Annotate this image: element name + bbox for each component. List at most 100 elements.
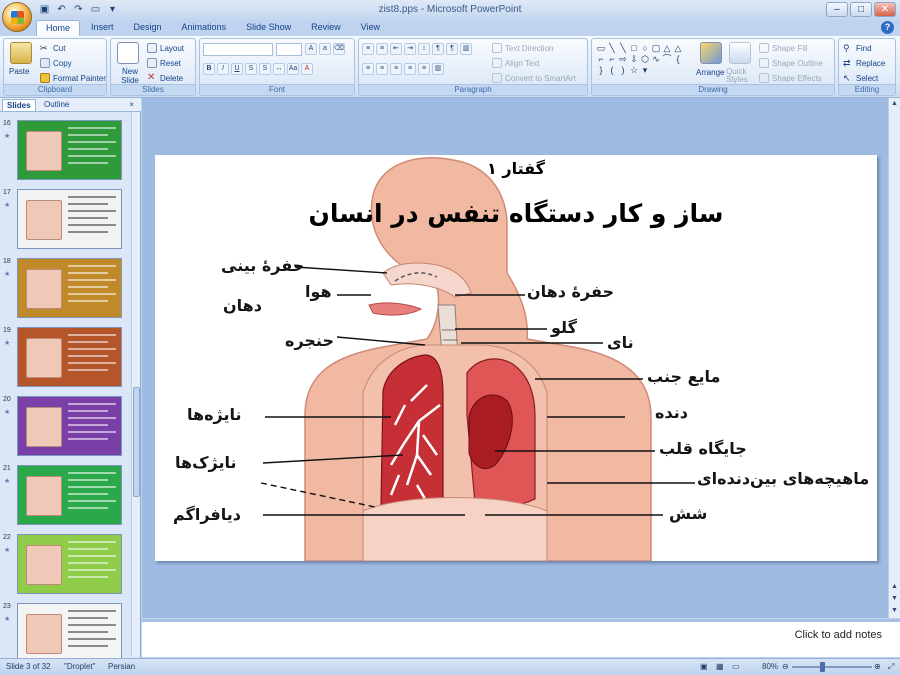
bold-icon[interactable]: B <box>203 63 215 75</box>
slide-thumbnail[interactable] <box>17 327 122 387</box>
paste-button[interactable]: Paste <box>9 67 29 76</box>
align-left-icon[interactable]: ≡ <box>362 63 374 75</box>
minimize-button[interactable]: – <box>826 2 848 17</box>
panel-scroll-thumb[interactable] <box>133 387 140 497</box>
bracket-shape-icon[interactable]: { <box>673 54 683 64</box>
elbow-shape-icon[interactable]: ⌐ <box>596 54 606 64</box>
grow-font-icon[interactable]: A <box>305 43 317 55</box>
close-button[interactable]: ✕ <box>874 2 896 17</box>
tab-insert[interactable]: Insert <box>82 20 123 36</box>
triangle-shape-icon[interactable]: △ <box>662 43 672 53</box>
tab-animations[interactable]: Animations <box>173 20 236 36</box>
convert-smartart-button[interactable]: Convert to SmartArt <box>492 73 576 83</box>
columns2-icon[interactable]: ▥ <box>432 63 444 75</box>
sorter-view-icon[interactable]: ▦ <box>716 662 724 671</box>
normal-view-icon[interactable]: ▣ <box>700 662 708 671</box>
justify-icon[interactable]: ≡ <box>404 63 416 75</box>
numbering-icon[interactable]: ≡ <box>376 43 388 55</box>
more-shapes-icon[interactable]: ▾ <box>640 65 650 75</box>
tab-outline[interactable]: Outline <box>40 99 73 110</box>
text-direction-button[interactable]: Text Direction <box>492 43 553 53</box>
notes-pane[interactable]: Click to add notes <box>142 619 900 657</box>
zoom-in-icon[interactable]: ⊕ <box>874 662 881 671</box>
scroll-down-icon[interactable]: ▼ <box>890 607 899 614</box>
slide-thumbnail[interactable] <box>17 258 122 318</box>
decrease-indent-icon[interactable]: ⇤ <box>390 43 402 55</box>
shape-fill-button[interactable]: Shape Fill <box>759 43 808 53</box>
paren-shape-icon[interactable]: ( <box>607 65 617 75</box>
hexagon-shape-icon[interactable]: ⬡ <box>640 54 650 64</box>
slideshow-view-icon[interactable]: ▭ <box>732 662 740 671</box>
zoom-slider-knob[interactable] <box>820 662 825 672</box>
paren2-shape-icon[interactable]: ) <box>618 65 628 75</box>
arrow2-shape-icon[interactable]: ⇩ <box>629 54 639 64</box>
slide-thumbnail[interactable] <box>17 396 122 456</box>
tab-view[interactable]: View <box>352 20 389 36</box>
line-shape-icon[interactable]: ╲ <box>607 43 617 53</box>
tab-slide-show[interactable]: Slide Show <box>237 20 300 36</box>
align-right-icon[interactable]: ≡ <box>390 63 402 75</box>
elbow2-shape-icon[interactable]: ⌐ <box>607 54 617 64</box>
vertical-scrollbar[interactable]: ▲ ▲ ▼ ▼ <box>888 98 900 618</box>
slide-subtitle[interactable]: گفتار ۱ <box>155 159 877 178</box>
shape-outline-button[interactable]: Shape Outline <box>759 58 823 68</box>
underline-icon[interactable]: U <box>231 63 243 75</box>
office-button[interactable] <box>2 2 32 32</box>
slide-thumbnail[interactable] <box>17 534 122 594</box>
font-family-select[interactable] <box>203 43 273 56</box>
delete-button[interactable]: ✕ Delete <box>147 73 183 83</box>
help-icon[interactable]: ? <box>881 21 894 34</box>
new-slide-button[interactable]: New Slide <box>115 67 145 85</box>
star-shape-icon[interactable]: ☆ <box>629 65 639 75</box>
ltr-icon[interactable]: ¶ <box>446 43 458 55</box>
select-button[interactable]: ↖ Select <box>843 73 878 83</box>
prev-slide-icon[interactable]: ▲ <box>890 583 899 590</box>
tab-slides[interactable]: Slides <box>2 99 36 111</box>
slide-thumbnail[interactable] <box>17 120 122 180</box>
tab-review[interactable]: Review <box>302 20 350 36</box>
quick-styles-button[interactable]: Quick Styles <box>726 68 758 84</box>
layout-button[interactable]: Layout <box>147 43 184 53</box>
rect-shape-icon[interactable]: □ <box>629 43 639 53</box>
bracket2-shape-icon[interactable]: } <box>596 65 606 75</box>
maximize-button[interactable]: □ <box>850 2 872 17</box>
format-painter-button[interactable]: Format Painter <box>40 73 106 83</box>
bullets-icon[interactable]: ≡ <box>362 43 374 55</box>
reset-button[interactable]: Reset <box>147 58 181 68</box>
slide-title[interactable]: ساز و کار دستگاه تنفس در انسان <box>155 199 877 228</box>
align-center-icon[interactable]: ≡ <box>376 63 388 75</box>
arrow-shape-icon[interactable]: ⇨ <box>618 54 628 64</box>
line-spacing-icon[interactable]: ↕ <box>418 43 430 55</box>
distribute-icon[interactable]: ≡ <box>418 63 430 75</box>
tab-design[interactable]: Design <box>125 20 171 36</box>
close-panel-icon[interactable]: × <box>125 99 138 110</box>
textbox-shape-icon[interactable]: ▭ <box>596 43 606 53</box>
find-button[interactable]: ⚲ Find <box>843 43 872 53</box>
tab-home[interactable]: Home <box>36 20 81 36</box>
font-size-select[interactable] <box>276 43 302 56</box>
rounded-shape-icon[interactable]: ▢ <box>651 43 661 53</box>
italic-icon[interactable]: I <box>217 63 229 75</box>
cut-button[interactable]: ✂ Cut <box>40 43 65 53</box>
case-icon[interactable]: Aa <box>287 63 299 75</box>
curve-shape-icon[interactable]: ∿ <box>651 54 661 64</box>
arrange-button[interactable]: Arrange <box>696 68 724 77</box>
tri2-shape-icon[interactable]: △ <box>673 43 683 53</box>
oval-shape-icon[interactable]: ○ <box>640 43 650 53</box>
line2-shape-icon[interactable]: ╲ <box>618 43 628 53</box>
increase-indent-icon[interactable]: ⇥ <box>404 43 416 55</box>
zoom-level[interactable]: 80% <box>762 662 778 671</box>
zoom-out-icon[interactable]: ⊖ <box>782 662 789 671</box>
notes-placeholder[interactable]: Click to add notes <box>795 629 882 641</box>
scroll-up-icon[interactable]: ▲ <box>890 100 899 107</box>
spacing-icon[interactable]: ↔ <box>273 63 285 75</box>
slide-thumbnail[interactable] <box>17 189 122 249</box>
shape-effects-button[interactable]: Shape Effects <box>759 73 822 83</box>
rtl-icon[interactable]: ¶ <box>432 43 444 55</box>
font-color-icon[interactable]: A <box>301 63 313 75</box>
slide-thumbnail[interactable] <box>17 465 122 525</box>
slide-thumbnail[interactable] <box>17 603 122 658</box>
replace-button[interactable]: ⇄ Replace <box>843 58 885 68</box>
shrink-font-icon[interactable]: a <box>319 43 331 55</box>
strikethrough-icon[interactable]: S <box>245 63 257 75</box>
